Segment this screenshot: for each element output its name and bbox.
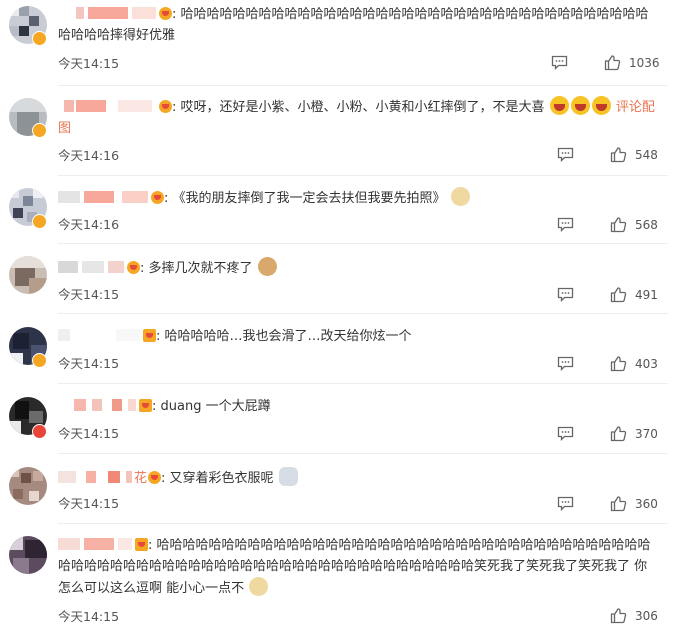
laugh-emoji-icon — [570, 96, 590, 115]
comment-text: : duang 一个大屁蹲 — [58, 397, 660, 418]
comment-time: 今天14:15 — [58, 609, 120, 624]
like-count: 370 — [635, 426, 658, 441]
like-count: 1036 — [629, 55, 660, 70]
laugh-emoji-icon — [549, 96, 569, 115]
comment-time: 今天14:15 — [58, 56, 120, 71]
thumbs-up-icon — [610, 608, 627, 624]
divider — [58, 85, 668, 86]
username-suffix[interactable]: 花 — [134, 471, 147, 486]
comment-body: 哎呀，还好是小紫、小橙、小粉、小黄和小红摔倒了，不是大喜 — [180, 100, 545, 115]
reply-button[interactable] — [551, 55, 568, 70]
comment-body: 《我的朋友摔倒了我一定会去扶但我要先拍照》 — [172, 191, 446, 206]
reply-button[interactable] — [557, 147, 574, 162]
comment-time: 今天14:16 — [58, 217, 120, 232]
like-button[interactable]: 403 — [610, 355, 658, 372]
comment-icon — [557, 287, 574, 302]
comment-text: : 哈哈哈哈哈…我也会滑了…改天给你炫一个 — [58, 327, 660, 348]
like-count: 306 — [635, 608, 658, 623]
username-blurred[interactable] — [58, 260, 126, 274]
verified-badge-icon — [32, 214, 47, 229]
comment-text: : 哎呀，还好是小紫、小橙、小粉、小黄和小红摔倒了，不是大喜 评论配图 — [58, 96, 660, 139]
username-blurred[interactable] — [58, 537, 134, 551]
member-level-icon — [151, 191, 164, 204]
username-blurred[interactable] — [58, 6, 158, 20]
comment-time: 今天14:15 — [58, 426, 120, 441]
doge-emoji-icon — [249, 577, 269, 596]
comment-icon — [557, 356, 574, 371]
verified-badge-icon — [32, 353, 47, 368]
doge-emoji-icon — [450, 187, 470, 206]
member-level-icon — [139, 399, 152, 412]
username-blurred[interactable] — [58, 398, 138, 412]
avatar[interactable] — [9, 536, 47, 574]
username-blurred[interactable] — [58, 190, 150, 204]
comment-icon — [557, 426, 574, 441]
comment-text: : 多摔几次就不疼了 — [58, 257, 660, 280]
reply-button[interactable] — [557, 356, 574, 371]
comment-text: : 哈哈哈哈哈哈哈哈哈哈哈哈哈哈哈哈哈哈哈哈哈哈哈哈哈哈哈哈哈哈哈哈哈哈哈哈哈哈… — [58, 537, 651, 596]
comment-time: 今天14:15 — [58, 287, 120, 302]
reply-button[interactable] — [557, 217, 574, 232]
member-level-icon — [127, 261, 140, 274]
avatar[interactable] — [9, 256, 47, 294]
divider — [58, 313, 668, 314]
comment-text: : 《我的朋友摔倒了我一定会去扶但我要先拍照》 — [58, 187, 660, 210]
comment-time: 今天14:16 — [58, 148, 120, 163]
like-button[interactable]: 491 — [610, 286, 658, 303]
username-blurred[interactable] — [58, 470, 134, 484]
robot-emoji-icon — [278, 467, 298, 486]
comment-time: 今天14:15 — [58, 496, 120, 511]
avatar[interactable] — [9, 467, 47, 505]
like-button[interactable]: 1036 — [604, 54, 660, 71]
thumbs-up-icon — [610, 287, 627, 303]
member-level-icon — [148, 471, 162, 484]
laugh-emoji-icon — [591, 96, 611, 115]
like-button[interactable]: 548 — [610, 146, 658, 163]
comment-icon — [551, 55, 568, 70]
like-count: 360 — [635, 496, 658, 511]
comment-icon — [557, 217, 574, 232]
like-count: 403 — [635, 356, 658, 371]
like-count: 568 — [635, 217, 658, 232]
reply-button[interactable] — [557, 426, 574, 441]
verified-badge-icon — [32, 123, 47, 138]
member-level-icon — [159, 7, 172, 20]
divider — [58, 243, 668, 244]
like-count: 491 — [635, 287, 658, 302]
comment-body: 哈哈哈哈哈…我也会滑了…改天给你炫一个 — [164, 329, 412, 344]
divider — [58, 383, 668, 384]
comment-icon — [557, 147, 574, 162]
member-level-icon — [143, 329, 156, 342]
like-count: 548 — [635, 147, 658, 162]
comment-body: duang 一个大屁蹲 — [160, 399, 271, 414]
thumbs-up-icon — [610, 496, 627, 512]
like-button[interactable]: 568 — [610, 216, 658, 233]
thumbs-up-icon — [610, 217, 627, 233]
thumbs-up-icon — [610, 147, 627, 163]
like-button[interactable]: 360 — [610, 495, 658, 512]
like-button[interactable]: 370 — [610, 425, 658, 442]
thumbs-up-icon — [604, 55, 621, 71]
divider — [58, 175, 668, 176]
member-level-icon — [159, 100, 172, 113]
like-button[interactable]: 306 — [610, 607, 658, 624]
member-level-icon — [135, 538, 148, 551]
divider — [58, 523, 668, 524]
comment-text: 花: 又穿着彩色衣服呢 — [58, 467, 660, 490]
reply-button[interactable] — [557, 496, 574, 511]
divider — [58, 453, 668, 454]
verified-badge-icon — [32, 424, 47, 439]
comment-time: 今天14:15 — [58, 356, 120, 371]
username-blurred[interactable] — [58, 99, 158, 113]
cat-emoji-icon — [257, 257, 277, 276]
comment-text: : 哈哈哈哈哈哈哈哈哈哈哈哈哈哈哈哈哈哈哈哈哈哈哈哈哈哈哈哈哈哈哈哈哈哈哈哈哈哈… — [58, 6, 649, 43]
thumbs-up-icon — [610, 426, 627, 442]
comment-body: 又穿着彩色衣服呢 — [169, 471, 274, 486]
verified-badge-icon — [32, 31, 47, 46]
username-blurred[interactable] — [58, 328, 142, 342]
comment-body: 多摔几次就不疼了 — [148, 261, 253, 276]
comment-icon — [557, 496, 574, 511]
thumbs-up-icon — [610, 356, 627, 372]
reply-button[interactable] — [557, 287, 574, 302]
